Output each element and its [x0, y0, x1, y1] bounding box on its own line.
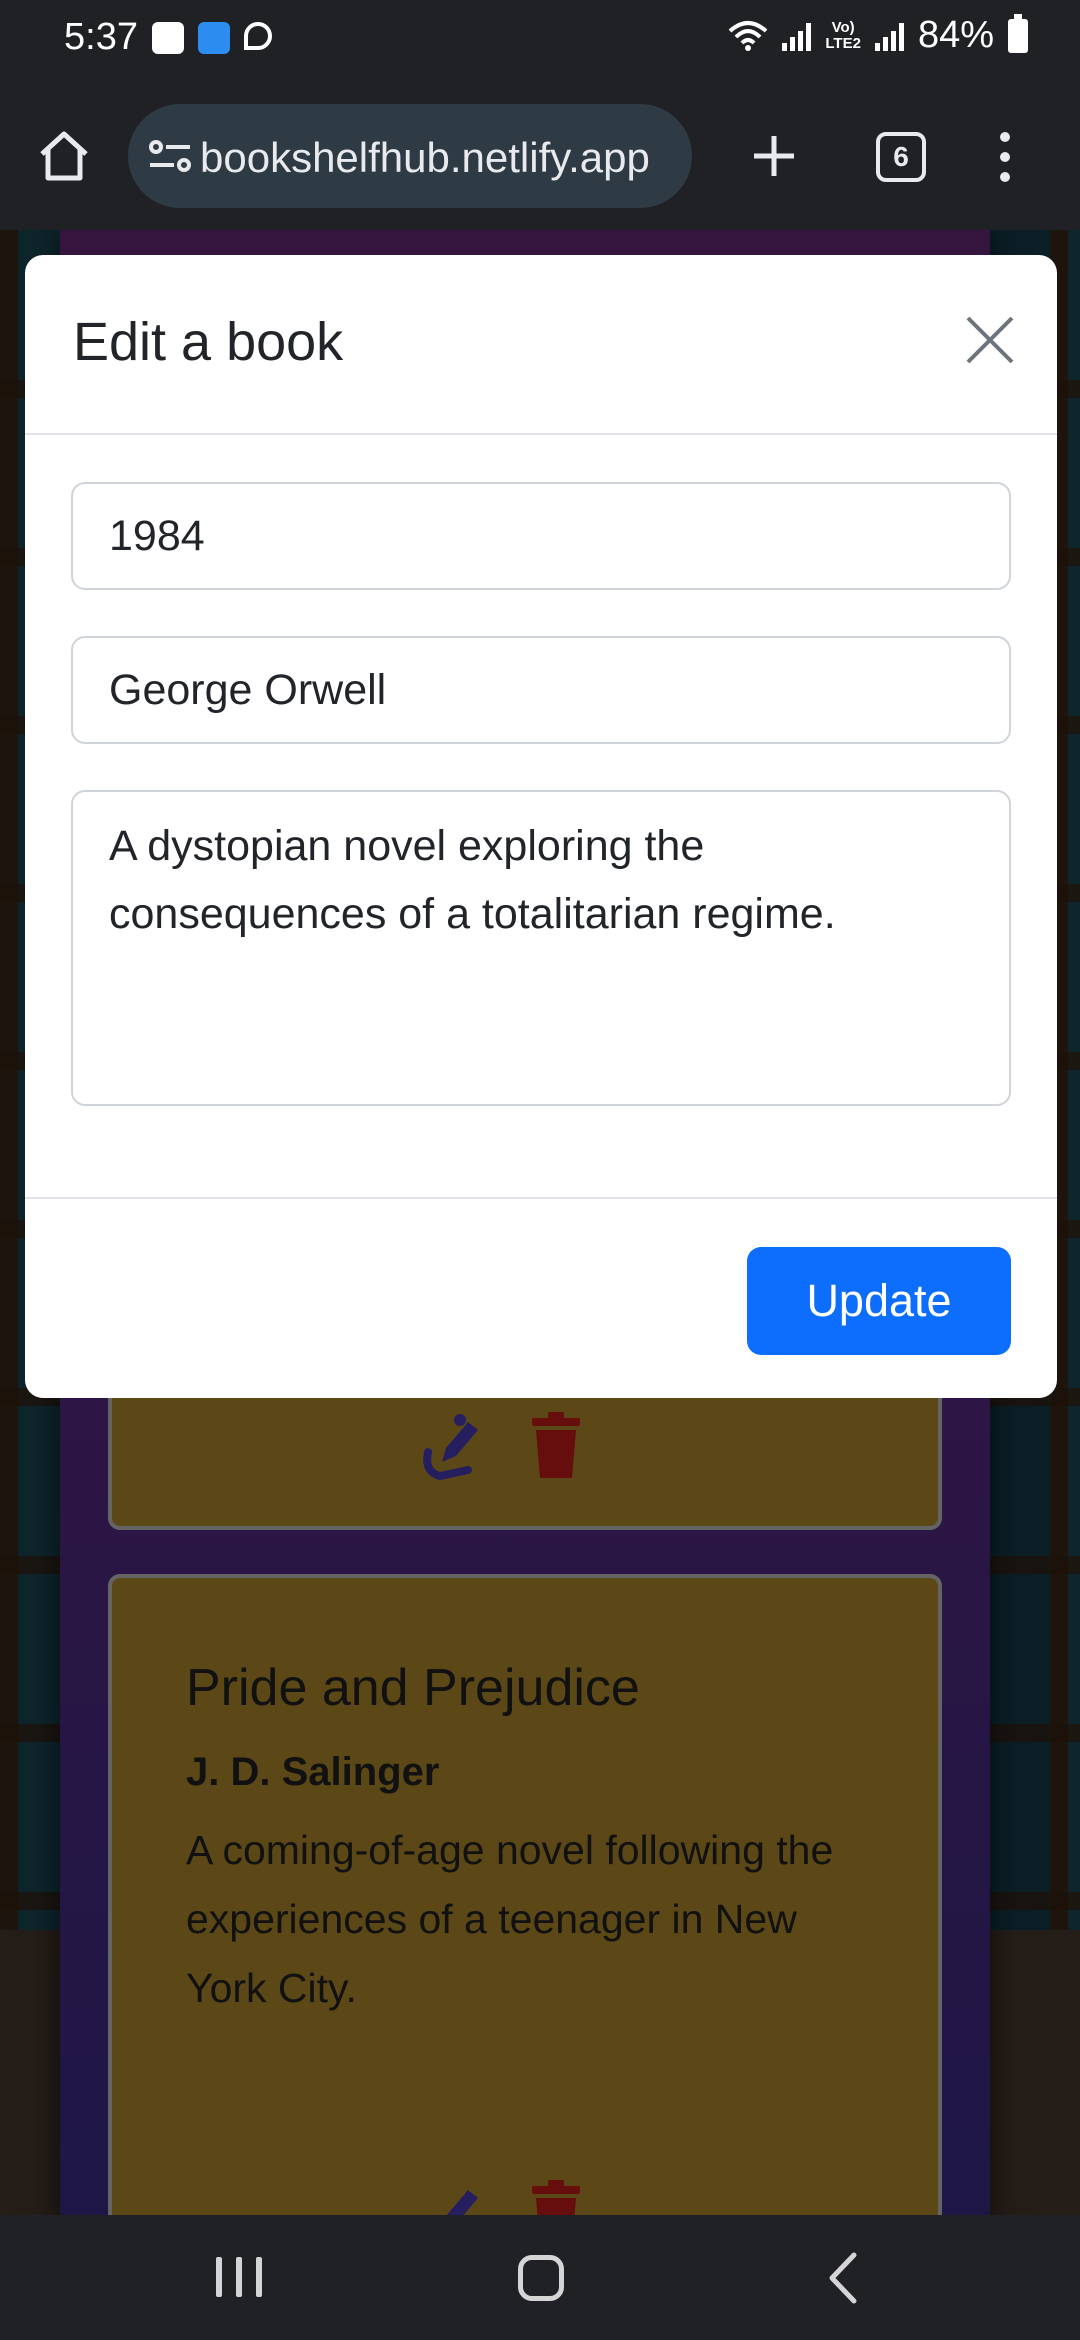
lte-label-bottom: LTE2 — [825, 34, 861, 52]
wifi-icon — [729, 20, 768, 51]
modal-title: Edit a book — [73, 312, 344, 372]
cloud-upload-icon — [198, 22, 230, 54]
gallery-icon — [152, 22, 184, 54]
modal-footer: Update — [25, 1197, 1057, 1398]
signal-2-icon — [874, 21, 904, 51]
modal-header: Edit a book — [25, 255, 1057, 435]
signal-icon — [782, 21, 812, 51]
author-input[interactable]: George Orwell — [71, 636, 1011, 744]
home-nav-icon[interactable] — [518, 2255, 564, 2301]
close-icon[interactable] — [965, 315, 1015, 365]
status-bar: 5:37 Vo) LTE2 84% — [0, 0, 1080, 80]
site-settings-icon[interactable] — [148, 138, 192, 174]
status-right: Vo) LTE2 84% — [728, 13, 1028, 57]
home-icon[interactable] — [36, 128, 92, 184]
back-icon[interactable] — [826, 2251, 860, 2305]
status-time: 5:37 — [64, 16, 138, 58]
url-text[interactable]: bookshelfhub.netlify.app — [200, 134, 680, 182]
system-nav-bar — [0, 2215, 1080, 2340]
browser-toolbar: bookshelfhub.netlify.app 6 — [0, 80, 1080, 230]
description-textarea[interactable]: A dystopian novel exploring the conseque… — [71, 790, 1011, 1106]
notification-icons — [152, 22, 272, 54]
lte-label-top: Vo) — [831, 18, 855, 36]
update-button[interactable]: Update — [747, 1247, 1011, 1355]
recent-apps-icon[interactable] — [216, 2257, 262, 2297]
new-tab-icon[interactable] — [750, 132, 798, 180]
missed-call-icon — [244, 22, 272, 50]
battery-percent: 84% — [917, 14, 994, 56]
address-bar[interactable]: bookshelfhub.netlify.app — [128, 104, 692, 208]
edit-book-modal: Edit a book 1984 George Orwell A dystopi… — [25, 255, 1057, 1398]
battery-icon — [1008, 13, 1028, 53]
title-input[interactable]: 1984 — [71, 482, 1011, 590]
tab-switcher-button[interactable]: 6 — [876, 132, 926, 182]
lte-indicator: Vo) LTE2 — [825, 18, 861, 52]
more-menu-icon[interactable] — [990, 132, 1020, 182]
